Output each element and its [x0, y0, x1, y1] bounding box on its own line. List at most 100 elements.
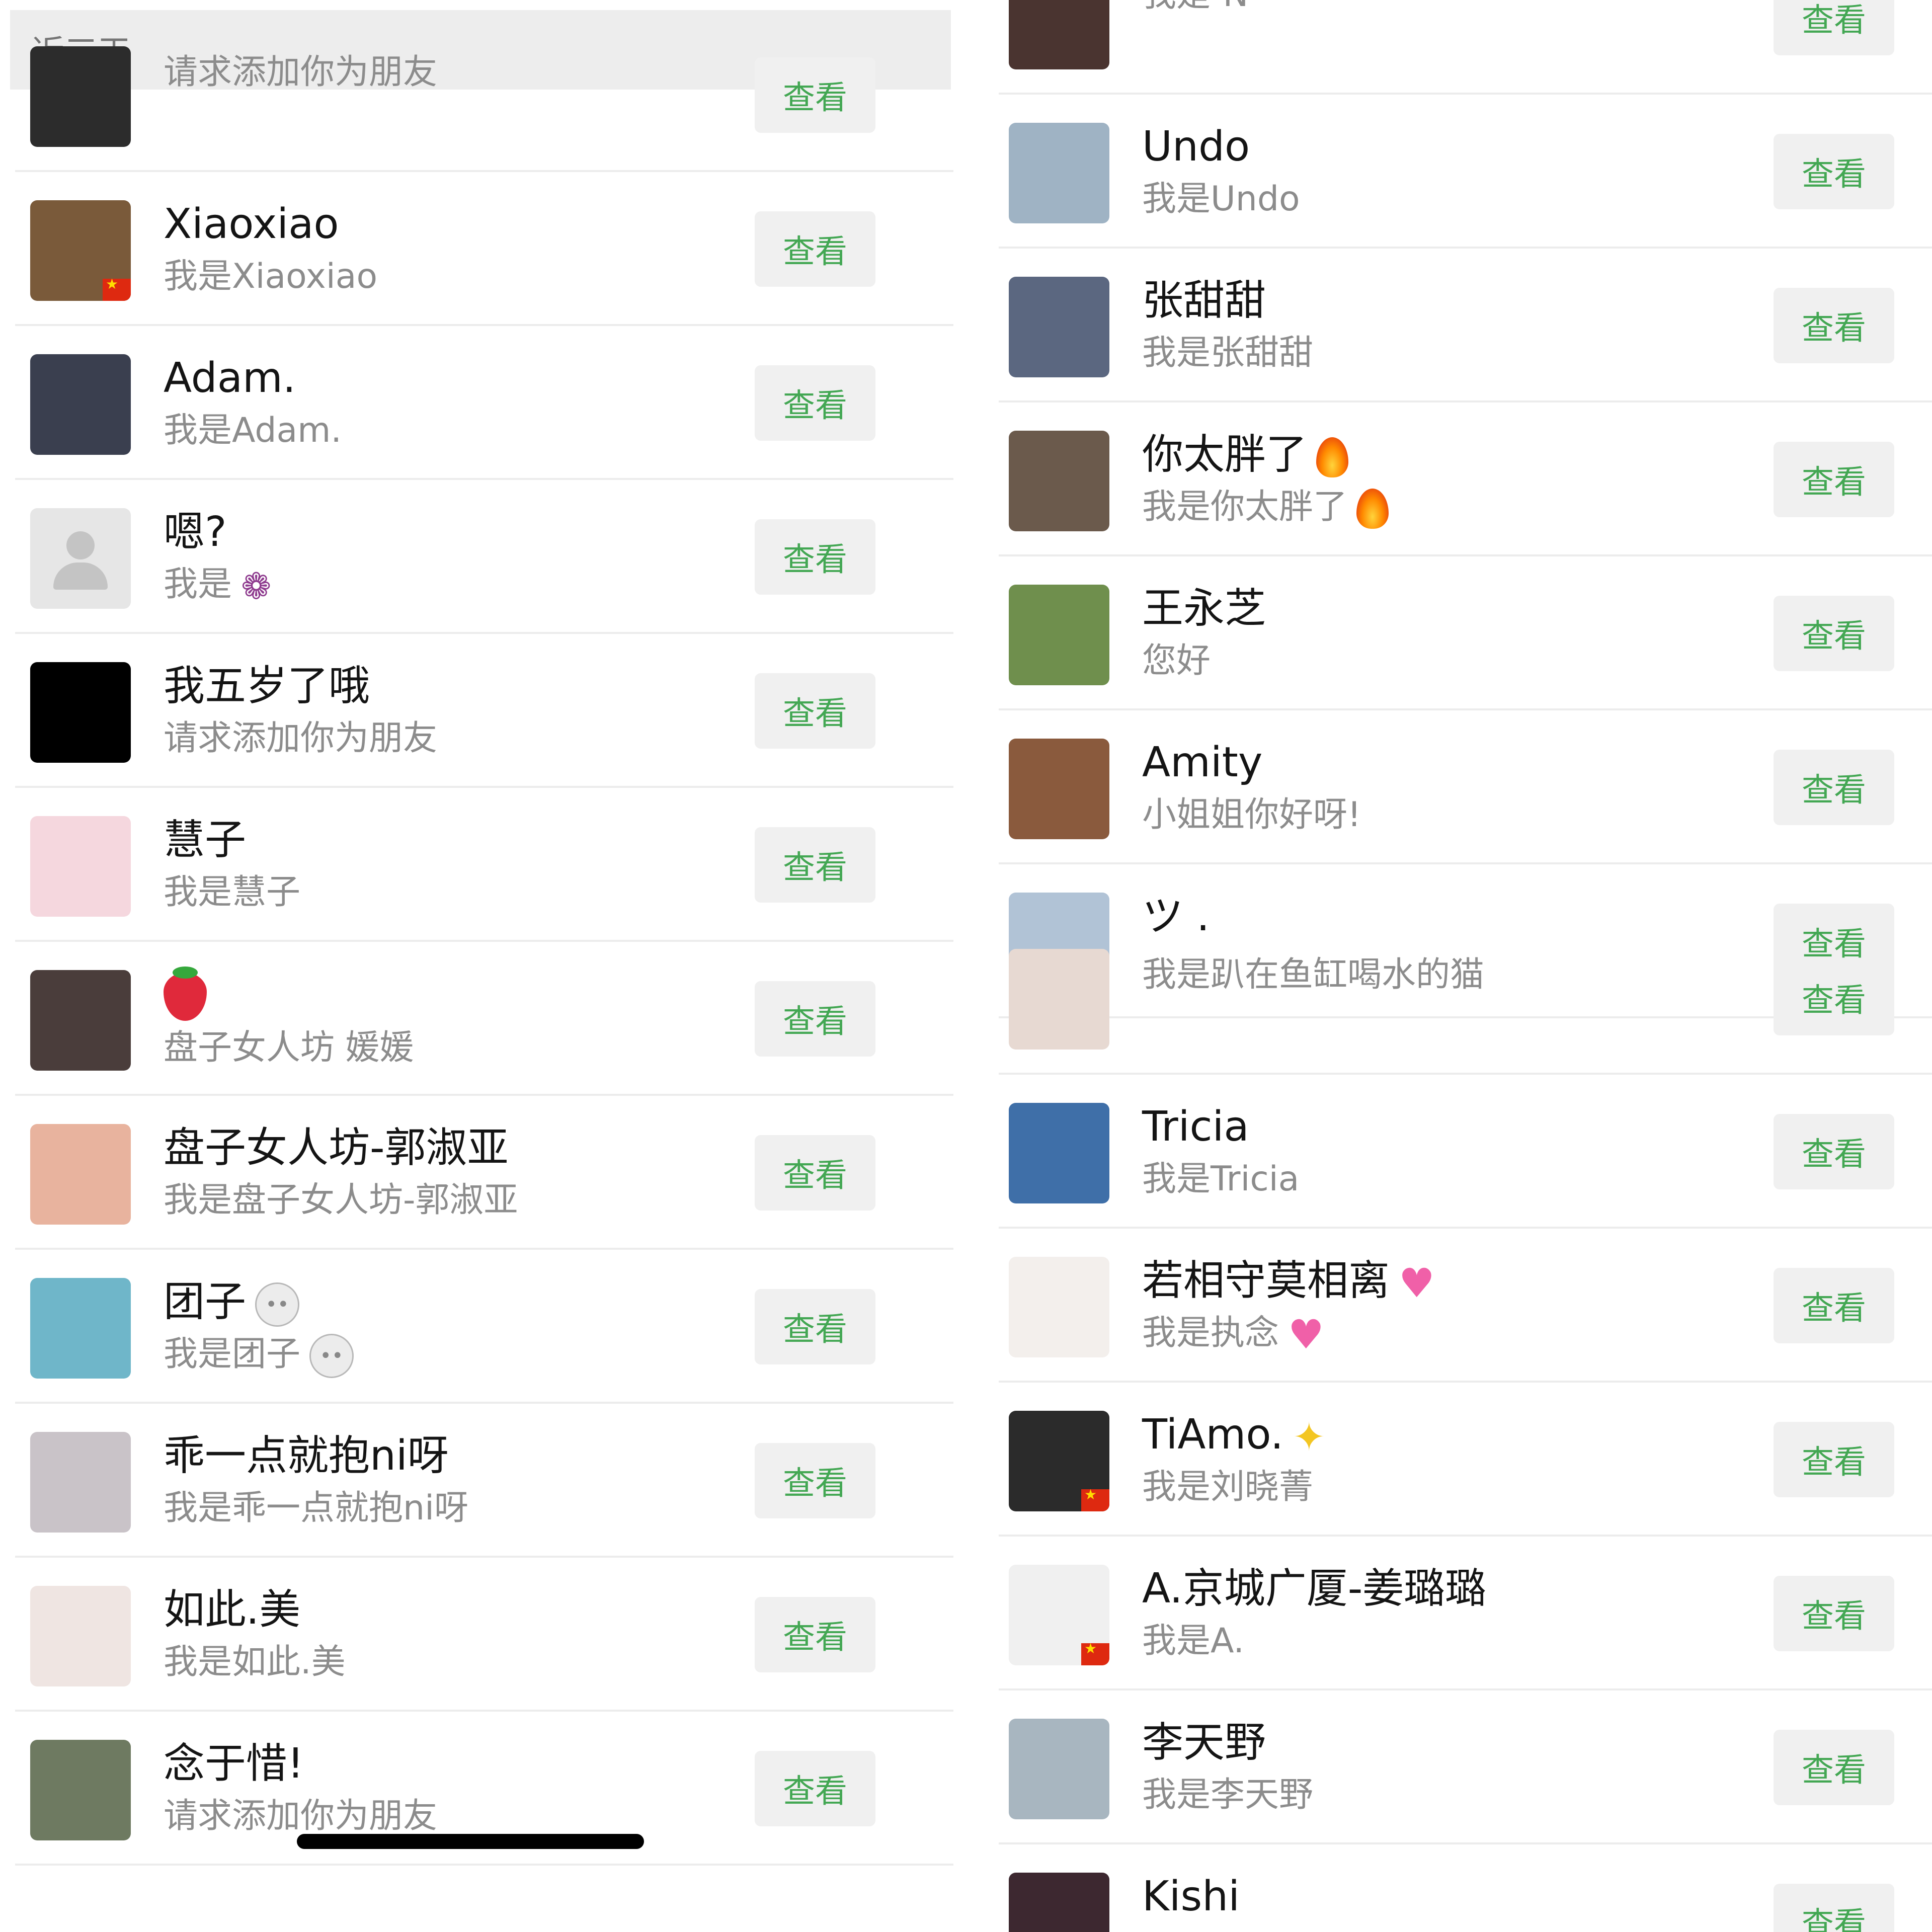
grapes-emoji-icon: ❁ — [241, 565, 272, 608]
avatar[interactable] — [1009, 1873, 1109, 1932]
friend-request-row[interactable]: Adam. 我是Adam. 查看 — [0, 326, 953, 480]
view-button[interactable]: 查看 — [1774, 288, 1894, 363]
friend-request-row[interactable]: TiAmo.✦ 我是刘晓菁 查看 — [999, 1383, 1932, 1537]
contact-name-text: Undo — [1142, 123, 1250, 171]
friend-request-row[interactable]: 嗯? 我是 ❁ 查看 — [0, 480, 953, 634]
request-text: 你太胖了 我是你太胖了 — [1142, 430, 1389, 530]
friend-request-row[interactable]: Tricia 我是Tricia 查看 — [999, 1075, 1932, 1229]
friend-request-row[interactable]: 我是-N 查看 — [999, 0, 1932, 95]
friend-request-row[interactable]: 盘子女人坊 媛媛 查看 — [0, 942, 953, 1096]
friend-request-row[interactable]: Amity 小姐姐你好呀! 查看 — [999, 710, 1932, 864]
friend-request-row[interactable]: A.京城广厦-姜璐璐我是A. 查看 — [999, 1537, 1932, 1691]
avatar[interactable] — [1009, 123, 1109, 223]
request-text: 团子 •• 我是团子 •• — [164, 1277, 354, 1379]
avatar[interactable] — [30, 1278, 131, 1379]
request-message: 盘子女人坊 媛媛 — [164, 1025, 414, 1071]
view-button[interactable]: 查看 — [755, 365, 875, 441]
request-message: 我是Xiaoxiao — [164, 254, 377, 300]
friend-request-row[interactable]: 你太胖了 我是你太胖了 查看 — [999, 403, 1932, 556]
view-button[interactable]: 查看 — [1774, 1114, 1894, 1189]
avatar[interactable] — [1009, 1257, 1109, 1357]
contact-name: TiAmo. ✦ — [1142, 1410, 1325, 1460]
friend-request-row[interactable]: 王永芝 您好 查看 — [999, 556, 1932, 710]
friend-request-row[interactable]: Xiaoxiao 我是Xiaoxiao 查看 — [0, 172, 953, 326]
avatar[interactable] — [30, 1124, 131, 1225]
view-button[interactable]: 查看 — [1774, 1268, 1894, 1343]
request-message-text: 我是团子 — [164, 1334, 301, 1374]
request-message-text: 我是李天野 — [1142, 1775, 1314, 1815]
contact-name-text: 如此.美 — [164, 1586, 301, 1634]
view-button[interactable]: 查看 — [755, 1597, 875, 1672]
friend-request-row[interactable]: 张甜甜 我是张甜甜 查看 — [999, 249, 1932, 403]
avatar[interactable] — [30, 1432, 131, 1533]
avatar[interactable] — [30, 46, 131, 147]
friend-request-row[interactable]: Kishi 查看 — [999, 1844, 1932, 1932]
view-button[interactable]: 查看 — [1774, 1576, 1894, 1651]
avatar[interactable] — [30, 970, 131, 1071]
friend-request-row[interactable]: 若相守莫相离 ♥ 我是执念 ♥ 查看 — [999, 1229, 1932, 1383]
avatar[interactable] — [30, 816, 131, 917]
contact-name: 李天野 — [1142, 1718, 1313, 1768]
contact-name: 张甜甜 — [1142, 276, 1313, 326]
view-button[interactable]: 查看 — [1774, 1730, 1894, 1805]
contact-name-text: 嗯? — [164, 508, 227, 556]
contact-name-text: 乖一点就抱ni呀 — [164, 1432, 449, 1480]
view-button[interactable]: 查看 — [1774, 134, 1894, 209]
view-button[interactable]: 查看 — [755, 57, 875, 133]
avatar[interactable] — [30, 200, 131, 301]
view-button[interactable]: 查看 — [755, 1751, 875, 1826]
friend-request-row[interactable]: 如此.美 我是如此.美 查看 — [0, 1558, 953, 1712]
view-button[interactable]: 查看 — [1774, 596, 1894, 671]
request-message-text: 我是乖一点就抱ni呀 — [164, 1488, 468, 1528]
friend-request-row[interactable]: 乖一点就抱ni呀我是乖一点就抱ni呀 查看 — [0, 1404, 953, 1558]
avatar[interactable] — [1009, 585, 1109, 685]
avatar[interactable] — [1009, 1103, 1109, 1203]
avatar[interactable] — [30, 354, 131, 455]
request-text: 嗯? 我是 ❁ — [164, 507, 271, 608]
avatar[interactable] — [30, 662, 131, 763]
view-button[interactable]: 查看 — [755, 1443, 875, 1518]
request-message-text: 我是Adam. — [164, 411, 342, 450]
avatar[interactable] — [1009, 277, 1109, 377]
view-button[interactable]: 查看 — [755, 211, 875, 287]
view-button[interactable]: 查看 — [755, 673, 875, 749]
friend-request-row[interactable]: 盘子女人坊-郭淑亚 我是盘子女人坊-郭淑亚 查看 — [0, 1096, 953, 1250]
home-indicator — [297, 1834, 644, 1849]
view-button[interactable]: 查看 — [1774, 0, 1894, 55]
avatar[interactable] — [30, 508, 131, 609]
friend-request-row[interactable]: 我是趴在鱼缸喝水的猫 查看 — [999, 921, 1932, 1075]
avatar[interactable] — [1009, 1565, 1109, 1665]
friend-request-row[interactable]: 团子 •• 我是团子 •• 查看 — [0, 1250, 953, 1404]
avatar[interactable] — [30, 1740, 131, 1840]
view-button[interactable]: 查看 — [755, 981, 875, 1057]
view-button[interactable]: 查看 — [755, 1289, 875, 1364]
avatar[interactable] — [1009, 739, 1109, 839]
request-text: Amity 小姐姐你好呀! — [1142, 738, 1361, 838]
view-button[interactable]: 查看 — [755, 519, 875, 595]
request-message: 请求添加你为朋友 — [164, 715, 437, 762]
view-button[interactable]: 查看 — [1774, 442, 1894, 517]
heart-emoji-icon: ♥ — [1399, 1259, 1435, 1307]
request-message-text: 我是你太胖了 — [1142, 487, 1348, 527]
avatar[interactable] — [1009, 1411, 1109, 1511]
view-button[interactable]: 查看 — [1774, 750, 1894, 825]
friend-request-row[interactable]: 请求添加你为朋友 查看 — [0, 18, 953, 172]
friend-request-row[interactable]: 李天野我是李天野 查看 — [999, 1691, 1932, 1844]
avatar[interactable] — [30, 1586, 131, 1686]
view-button[interactable]: 查看 — [1774, 1422, 1894, 1497]
request-text: TiAmo. ✦ 我是刘晓菁 — [1142, 1410, 1325, 1510]
avatar[interactable] — [1009, 949, 1109, 1050]
request-message-text: 我是A. — [1142, 1621, 1244, 1661]
friend-request-row[interactable]: 我五岁了哦 请求添加你为朋友 查看 — [0, 634, 953, 788]
view-button[interactable]: 查看 — [1774, 1884, 1894, 1932]
view-button[interactable]: 查看 — [755, 827, 875, 903]
request-message: 我是A. — [1142, 1618, 1486, 1664]
view-button[interactable]: 查看 — [755, 1135, 875, 1211]
view-button[interactable]: 查看 — [1774, 960, 1894, 1035]
friend-request-row[interactable]: 慧子 我是慧子 查看 — [0, 788, 953, 942]
avatar[interactable] — [1009, 1719, 1109, 1819]
avatar[interactable] — [1009, 431, 1109, 531]
friend-request-row[interactable]: Undo 我是Undo 查看 — [999, 95, 1932, 249]
request-message-text: 我是Xiaoxiao — [164, 257, 378, 296]
avatar[interactable] — [1009, 0, 1109, 69]
